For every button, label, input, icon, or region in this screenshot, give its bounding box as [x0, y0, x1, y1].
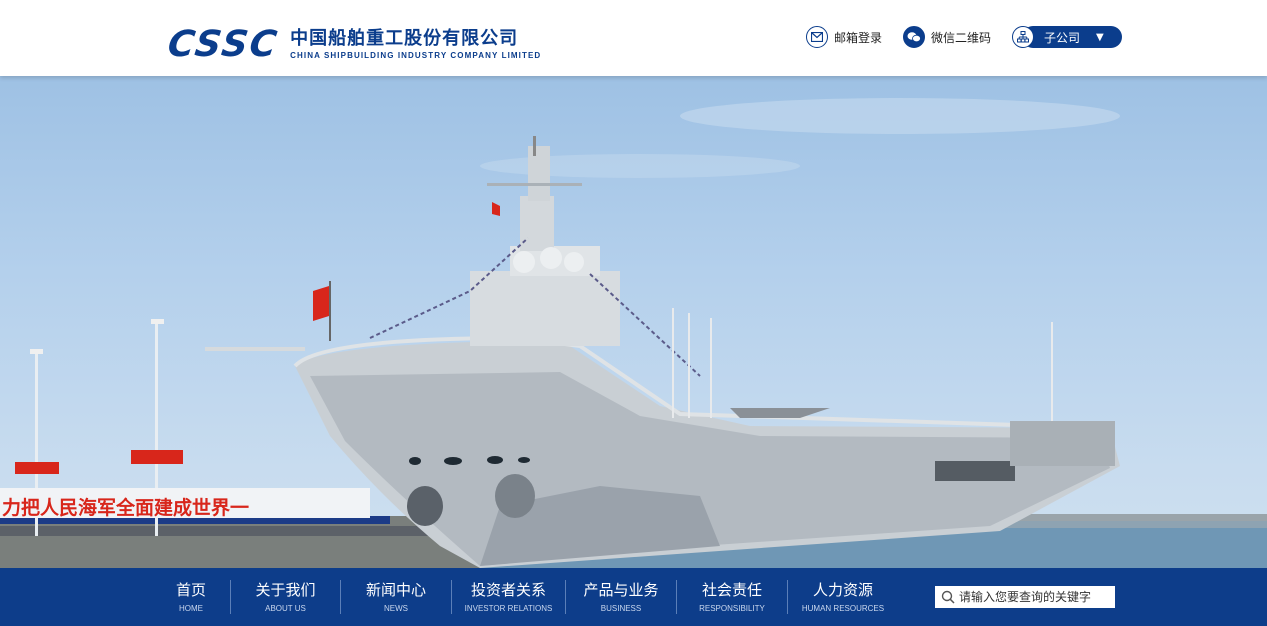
company-logo[interactable]: CSSC 中国船舶重工股份有限公司 CHINA SHIPBUILDING IND…	[165, 24, 541, 65]
slogan-text: 力把人民海军全面建成世界一	[2, 496, 249, 519]
nav-items: 首页 HOME 关于我们 ABOUT US 新闻中心 NEWS 投资者关系 IN…	[152, 568, 898, 626]
nav-sublabel: INVESTOR RELATIONS	[464, 603, 553, 613]
wechat-qr-link[interactable]: 微信二维码	[903, 26, 991, 48]
wechat-icon	[903, 26, 926, 48]
subsidiary-button[interactable]: 子公司 ▼	[1022, 26, 1123, 48]
header-links: 邮箱登录 微信二维码 子公司 ▼	[806, 26, 1123, 48]
nav-label: 投资者关系	[470, 580, 546, 599]
nav-sublabel: RESPONSIBILITY	[699, 603, 765, 613]
nav-item-home[interactable]: 首页 HOME	[152, 568, 230, 626]
subsidiary-dropdown[interactable]: 子公司 ▼	[1012, 26, 1123, 48]
nav-sublabel: NEWS	[384, 603, 408, 613]
nav-item-investor[interactable]: 投资者关系 INVESTOR RELATIONS	[452, 568, 565, 626]
nav-item-business[interactable]: 产品与业务 BUSINESS	[566, 568, 676, 626]
logo-text: 中国船舶重工股份有限公司 CHINA SHIPBUILDING INDUSTRY…	[290, 29, 541, 61]
subsidiary-label: 子公司	[1044, 30, 1081, 45]
nav-label: 新闻中心	[365, 580, 426, 599]
nav-label: 首页	[175, 580, 206, 599]
nav-sublabel: ABOUT US	[265, 603, 306, 613]
hero-banner[interactable]: 力把人民海军全面建成世界一	[0, 76, 1267, 568]
nav-label: 关于我们	[255, 580, 316, 599]
search-icon[interactable]	[941, 590, 955, 604]
nav-sublabel: HOME	[179, 603, 203, 613]
org-chart-icon	[1012, 26, 1035, 48]
nav-sublabel: HUMAN RESOURCES	[801, 603, 885, 613]
company-name-cn: 中国船舶重工股份有限公司	[290, 28, 519, 49]
mail-icon	[806, 26, 828, 48]
aircraft-carrier-photo: 力把人民海军全面建成世界一	[0, 98, 1267, 568]
mail-login-link[interactable]: 邮箱登录	[806, 26, 882, 48]
search-box	[935, 586, 1115, 608]
search-input[interactable]	[959, 590, 1109, 604]
nav-label: 社会责任	[701, 580, 762, 599]
company-name-en: CHINA SHIPBUILDING INDUSTRY COMPANY LIMI…	[290, 51, 542, 60]
nav-label: 人力资源	[812, 580, 873, 599]
nav-item-responsibility[interactable]: 社会责任 RESPONSIBILITY	[677, 568, 787, 626]
wechat-qr-label: 微信二维码	[931, 30, 992, 45]
logo-mark: CSSC	[165, 24, 282, 65]
chevron-down-icon: ▼	[1096, 31, 1104, 43]
nav-sublabel: BUSINESS	[600, 603, 642, 613]
site-header: CSSC 中国船舶重工股份有限公司 CHINA SHIPBUILDING IND…	[0, 0, 1267, 76]
nav-item-about[interactable]: 关于我们 ABOUT US	[231, 568, 340, 626]
nav-item-hr[interactable]: 人力资源 HUMAN RESOURCES	[788, 568, 898, 626]
nav-label: 产品与业务	[583, 580, 659, 599]
nav-item-news[interactable]: 新闻中心 NEWS	[341, 568, 451, 626]
mail-login-label: 邮箱登录	[834, 30, 883, 45]
